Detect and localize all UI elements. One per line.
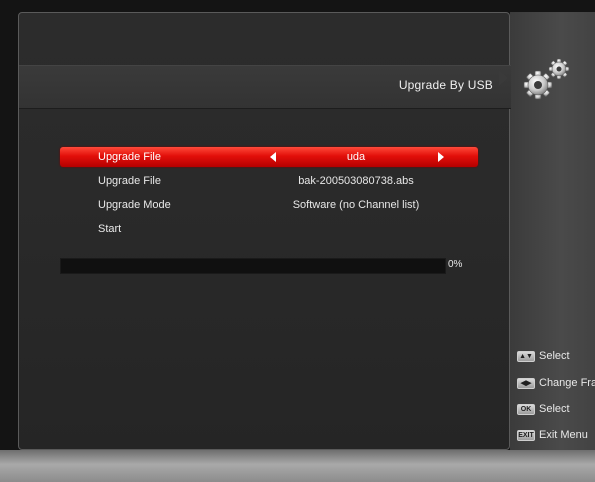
menu-row-value: bak-200503080738.abs bbox=[298, 175, 414, 187]
menu-row-label: Upgrade File bbox=[98, 151, 161, 163]
arrow-right-icon[interactable] bbox=[438, 152, 444, 162]
help-label: Select bbox=[539, 403, 570, 416]
help-label: Exit Menu bbox=[539, 429, 588, 442]
help-item-exit-menu: EXIT Exit Menu bbox=[517, 429, 588, 443]
progress-percent: 0% bbox=[448, 259, 463, 270]
page-title: Upgrade By USB bbox=[398, 78, 493, 92]
key-label: ▲▼ bbox=[519, 352, 533, 360]
help-item-change: ◀▶ Change Fra bbox=[517, 377, 595, 391]
menu-row-label: Upgrade File bbox=[98, 175, 161, 187]
menu-row-value: uda bbox=[346, 151, 366, 163]
help-label: Select bbox=[539, 350, 570, 363]
help-item-ok-select: OK Select bbox=[517, 403, 570, 417]
screen: Upgrade By USB Upgrade File uda Upgrade … bbox=[0, 0, 595, 482]
key-label: EXIT bbox=[518, 431, 534, 439]
menu-row-start[interactable]: Start bbox=[60, 219, 478, 239]
ok-key-icon: OK bbox=[517, 403, 535, 415]
help-label: Change Fra bbox=[539, 377, 595, 390]
up-down-key-icon: ▲▼ bbox=[517, 350, 535, 362]
menu-row-upgrade-mode[interactable]: Upgrade Mode Software (no Channel list) bbox=[60, 195, 478, 215]
bottom-band bbox=[0, 450, 595, 482]
menu-row-upgrade-file-name[interactable]: Upgrade File bak-200503080738.abs bbox=[60, 171, 478, 191]
help-item-select-updown: ▲▼ Select bbox=[517, 350, 570, 364]
title-bar: Upgrade By USB bbox=[19, 65, 511, 109]
menu-row-label: Upgrade Mode bbox=[98, 199, 171, 211]
menu-row-upgrade-file-source[interactable]: Upgrade File uda bbox=[60, 147, 478, 167]
gear-icon bbox=[523, 58, 570, 100]
key-label: OK bbox=[520, 405, 532, 413]
exit-key-icon: EXIT bbox=[517, 429, 535, 441]
left-right-key-icon: ◀▶ bbox=[517, 377, 535, 389]
title-arrow bbox=[499, 70, 508, 86]
menu-row-value: Software (no Channel list) bbox=[292, 199, 420, 211]
key-label: ◀▶ bbox=[520, 379, 532, 387]
menu-row-label: Start bbox=[98, 223, 122, 235]
progress-bar bbox=[60, 258, 446, 274]
